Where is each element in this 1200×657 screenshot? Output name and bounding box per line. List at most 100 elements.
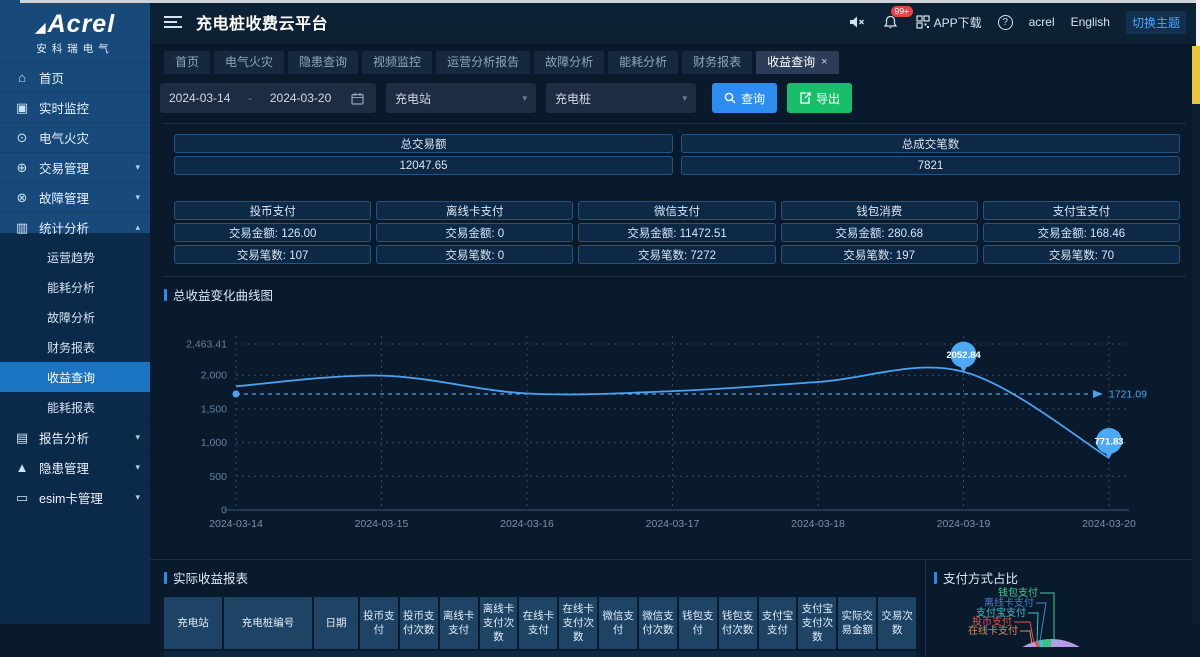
tab-label: 收益查询 (767, 53, 815, 70)
sidebar-item-首页[interactable]: ⌂首页 (0, 62, 150, 92)
sidebar-item-交易管理[interactable]: ⊕交易管理▾ (0, 152, 150, 182)
notification-bell-icon[interactable]: 99+ (882, 13, 900, 31)
sidebar-item-label: 交易管理 (39, 158, 89, 177)
date-start[interactable]: 2024-03-14 (169, 91, 230, 105)
sidebar-subitem-故障分析[interactable]: 故障分析 (0, 302, 150, 332)
sidebar-menu: ⌂首页▣实时监控⊙电气火灾⊕交易管理▾⊗故障管理▾▥统计分析▴ (0, 62, 150, 242)
svg-text:771.83: 771.83 (1094, 436, 1123, 447)
stats-icon: ▥ (14, 220, 30, 236)
sidebar-item-报告分析[interactable]: ▤报告分析▾ (0, 422, 150, 452)
payment-card: 微信支付交易金额: 11472.51 交易笔数: 7272 (578, 201, 775, 264)
sidebar-item-电气火灾[interactable]: ⊙电气火灾 (0, 122, 150, 152)
tab-首页[interactable]: 首页 (164, 51, 210, 74)
sidebar-subitem-财务报表[interactable]: 财务报表 (0, 332, 150, 362)
search-icon (724, 92, 736, 104)
table-column-交易次数: 交易次数 (878, 597, 916, 649)
theme-toggle[interactable]: 切换主题 (1126, 11, 1186, 34)
table-column-实际交易金额: 实际交易金额 (838, 597, 876, 649)
date-range-input[interactable]: 2024-03-14 - 2024-03-20 (160, 83, 376, 113)
table-column-微信支付次数: 微信支付次数 (639, 597, 677, 649)
svg-text:500: 500 (209, 471, 227, 483)
collapse-menu-icon[interactable] (164, 16, 182, 28)
chevron-down-icon: ▾ (522, 93, 527, 104)
table-column-投币支付: 投币支付 (360, 597, 398, 649)
tab-电气火灾[interactable]: 电气火灾 (214, 51, 284, 74)
brand-logo-icon: ◢ (35, 19, 46, 35)
title-accent-bar (164, 289, 167, 301)
payment-card-amount: 交易金额: 11472.51 (578, 223, 775, 242)
payment-pie-chart: 钱包支付离线卡支付支付宝支付投币支付在线卡支付 (934, 587, 1184, 647)
tab-隐患查询[interactable]: 隐患查询 (288, 51, 358, 74)
title-accent-bar (934, 572, 937, 584)
table-column-在线卡支付次数: 在线卡支付次数 (559, 597, 597, 649)
export-button[interactable]: 导出 (787, 83, 852, 113)
tab-bar: 首页电气火灾隐患查询 视频监控 运营分析报告 故障分析能耗分析财务报表收益查询 × (150, 45, 1200, 74)
date-end[interactable]: 2024-03-20 (270, 91, 331, 105)
sidebar-item-esim卡管理[interactable]: ▭esim卡管理▾ (0, 482, 150, 512)
tab-视频监控[interactable]: 视频监控 (362, 51, 432, 74)
pie-slice-微信支付 (996, 639, 1106, 647)
calendar-icon[interactable] (349, 89, 367, 107)
page-title: 充电桩收费云平台 (196, 10, 328, 34)
app-download-label: APP下载 (934, 14, 982, 31)
sidebar-item-label: 故障管理 (39, 188, 89, 207)
sidebar-subitem-收益查询[interactable]: 收益查询 (0, 362, 150, 392)
payment-pie-title: 支付方式占比 (934, 568, 1200, 587)
tab-故障分析[interactable]: 故障分析 (534, 51, 604, 74)
username[interactable]: acrel (1029, 15, 1055, 29)
tab-label: 运营分析报告 (447, 53, 519, 70)
tab-运营分析报告[interactable]: 运营分析报告 (436, 51, 530, 74)
report-icon: ▤ (14, 430, 30, 446)
chevron-down-icon: ▾ (135, 432, 140, 443)
station-select[interactable]: 充电站 ▾ (386, 83, 536, 113)
topbar-actions: 99+ APP下载 ? acrel English 切换主题 (848, 11, 1186, 34)
svg-text:2,000: 2,000 (201, 370, 227, 382)
tab-label: 故障分析 (545, 53, 593, 70)
scrollbar-thumb[interactable] (1192, 46, 1200, 104)
table-column-投币支付次数: 投币支付次数 (400, 597, 438, 649)
query-button[interactable]: 查询 (712, 83, 777, 113)
app-download-button[interactable]: APP下载 (916, 14, 982, 31)
table-column-钱包支付次数: 钱包支付次数 (719, 597, 757, 649)
svg-text:2024-03-15: 2024-03-15 (355, 518, 409, 530)
sidebar-item-统计分析[interactable]: ▥统计分析▴ (0, 212, 150, 242)
sidebar-subitem-运营趋势[interactable]: 运营趋势 (0, 242, 150, 272)
tab-label: 视频监控 (373, 53, 421, 70)
payment-cards: 投币支付交易金额: 126.00交易笔数: 107离线卡支付交易金额: 0交易笔… (150, 183, 1200, 276)
payment-card-count: 交易笔数: 7272 (578, 245, 775, 264)
svg-text:1,000: 1,000 (201, 437, 227, 449)
tab-close-icon[interactable]: × (821, 56, 827, 68)
pile-select[interactable]: 充电桩 ▾ (546, 83, 696, 113)
pie-slice-钱包支付 (1043, 639, 1051, 647)
scrollbar-track-top (1196, 0, 1200, 46)
esim-icon: ▭ (14, 490, 30, 506)
sidebar-item-label: 实时监控 (39, 98, 89, 117)
sidebar-item-隐患管理[interactable]: ▲隐患管理▾ (0, 452, 150, 482)
sidebar: ◢Acrel 安科瑞电气 ⌂首页▣实时监控⊙电气火灾⊕交易管理▾⊗故障管理▾▥统… (0, 0, 150, 624)
sidebar-subitem-能耗分析[interactable]: 能耗分析 (0, 272, 150, 302)
brand-subtitle: 安科瑞电气 (0, 41, 150, 56)
summary-card: 总成交笔数7821 (681, 134, 1180, 175)
tab-财务报表[interactable]: 财务报表 (682, 51, 752, 74)
table-column-在线卡支付: 在线卡支付 (519, 597, 557, 649)
tab-label: 隐患查询 (299, 53, 347, 70)
payment-card-title: 离线卡支付 (376, 201, 573, 220)
revenue-table-header: 充电站充电桩编号日期投币支付投币支付次数离线卡支付离线卡支付次数在线卡支付在线卡… (164, 597, 916, 649)
mute-icon[interactable] (848, 13, 866, 31)
payment-card-count: 交易笔数: 70 (983, 245, 1180, 264)
home-icon: ⌂ (14, 70, 30, 85)
help-icon[interactable]: ? (998, 15, 1013, 30)
revenue-chart-title: 总收益变化曲线图 (164, 285, 1200, 304)
brand-logo: ◢Acrel 安科瑞电气 (0, 0, 150, 62)
payment-card-title: 微信支付 (578, 201, 775, 220)
tab-能耗分析[interactable]: 能耗分析 (608, 51, 678, 74)
sidebar-item-实时监控[interactable]: ▣实时监控 (0, 92, 150, 122)
tab-收益查询[interactable]: 收益查询 × (756, 51, 838, 74)
payment-card-title: 钱包消费 (781, 201, 978, 220)
table-column-微信支付: 微信支付 (599, 597, 637, 649)
language-switch[interactable]: English (1071, 15, 1110, 29)
sidebar-subitem-能耗报表[interactable]: 能耗报表 (0, 392, 150, 422)
window-edge (20, 0, 1200, 3)
summary-card-title: 总成交笔数 (681, 134, 1180, 153)
sidebar-item-故障管理[interactable]: ⊗故障管理▾ (0, 182, 150, 212)
